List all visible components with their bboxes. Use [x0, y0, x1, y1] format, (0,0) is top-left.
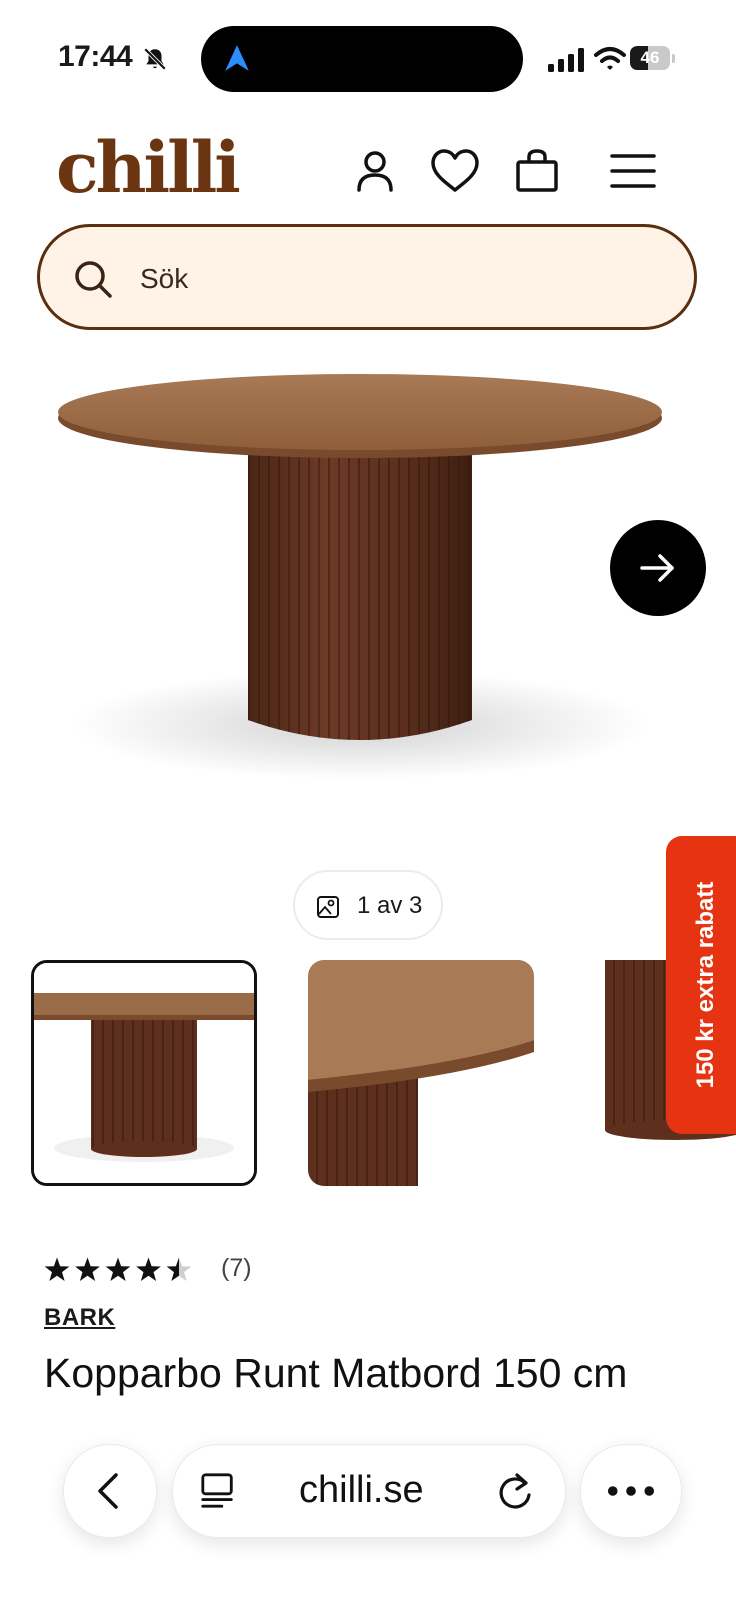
battery-percentage: 46 — [640, 48, 660, 67]
search-bar[interactable] — [37, 224, 697, 330]
more-horizontal-icon — [607, 1486, 655, 1496]
rating-star — [44, 1257, 70, 1282]
search-icon — [75, 261, 112, 298]
rating-star — [166, 1257, 192, 1282]
arrow-right-icon — [640, 554, 674, 582]
brand-link[interactable]: BARK — [44, 1304, 115, 1332]
rating-star — [136, 1257, 161, 1282]
browser-url: chilli.se — [299, 1469, 424, 1511]
discount-label: 150 kr extra rabatt — [692, 881, 719, 1089]
browser-address-bar[interactable]: chilli.se — [172, 1444, 566, 1538]
rating-star — [105, 1257, 131, 1282]
site-logo[interactable]: chilli — [56, 128, 241, 208]
image-counter: 1 av 3 — [293, 870, 443, 940]
wifi-icon — [594, 47, 626, 70]
user-icon — [357, 151, 393, 192]
heart-icon — [431, 149, 479, 192]
product-main-image[interactable] — [40, 370, 680, 810]
browser-more-button[interactable] — [580, 1444, 682, 1538]
rating-stars[interactable] — [44, 1256, 194, 1284]
image-icon — [317, 896, 339, 918]
menu-button[interactable] — [608, 146, 658, 196]
account-button[interactable] — [350, 146, 400, 196]
review-count[interactable]: (7) — [221, 1254, 252, 1283]
wishlist-button[interactable] — [428, 146, 482, 196]
cart-button[interactable] — [512, 146, 562, 196]
thumbnail-1[interactable] — [31, 960, 257, 1186]
location-arrow-icon — [225, 45, 249, 71]
image-counter-text: 1 av 3 — [357, 892, 423, 919]
reader-tabs-icon — [201, 1473, 233, 1508]
discount-tab[interactable]: 150 kr extra rabatt — [666, 836, 736, 1134]
hamburger-menu-icon — [610, 154, 656, 188]
shopping-bag-icon — [516, 149, 558, 192]
status-time: 17:44 — [58, 40, 133, 73]
search-input[interactable] — [138, 255, 642, 303]
bell-muted-icon — [143, 47, 167, 71]
reload-icon[interactable] — [495, 1470, 535, 1512]
thumbnail-2[interactable] — [308, 960, 534, 1186]
battery-indicator: 46 — [630, 46, 676, 72]
next-image-button[interactable] — [610, 520, 706, 616]
product-title: Kopparbo Runt Matbord 150 cm — [44, 1350, 628, 1396]
status-bar: 17:44 46 — [0, 0, 736, 120]
cellular-signal-icon — [548, 48, 584, 72]
rating-star — [75, 1257, 100, 1282]
chevron-left-icon — [98, 1473, 118, 1509]
browser-back-button[interactable] — [63, 1444, 157, 1538]
